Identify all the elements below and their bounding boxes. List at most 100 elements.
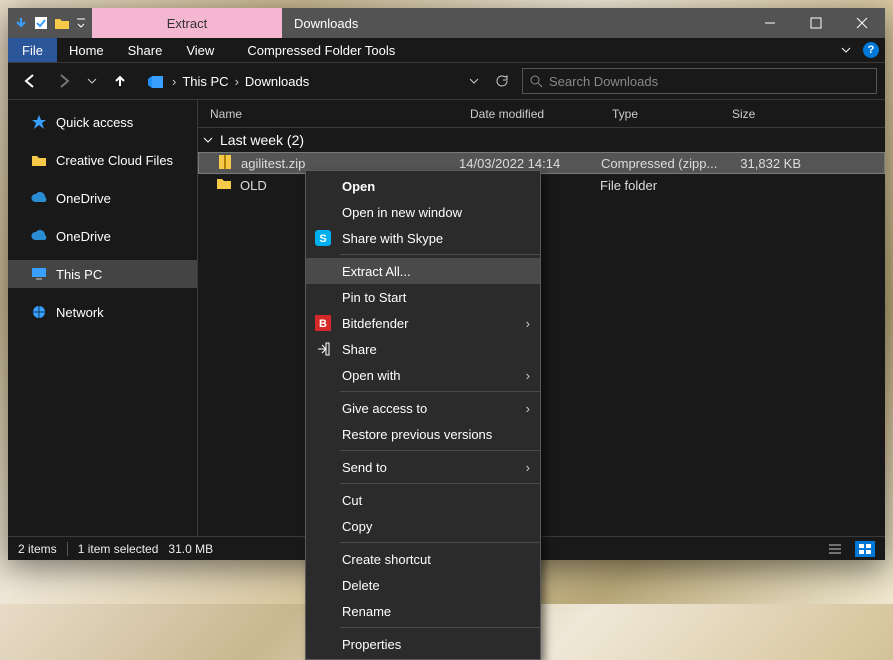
checkbox-icon[interactable] <box>34 16 48 30</box>
menu-bitdefender[interactable]: B Bitdefender › <box>306 310 540 336</box>
back-button[interactable] <box>16 67 44 95</box>
up-button[interactable] <box>106 67 134 95</box>
column-size[interactable]: Size <box>720 107 810 121</box>
minimize-button[interactable] <box>747 8 793 38</box>
icons-view-button[interactable] <box>855 541 875 557</box>
menu-create-shortcut[interactable]: Create shortcut <box>306 546 540 572</box>
search-input[interactable] <box>549 74 870 89</box>
file-size: 31,832 KB <box>721 156 811 171</box>
sidebar-item-label: This PC <box>56 267 102 282</box>
chevron-right-icon[interactable]: › <box>170 74 178 89</box>
skype-icon: S <box>314 229 332 247</box>
file-menu[interactable]: File <box>8 38 57 62</box>
submenu-arrow-icon: › <box>526 316 530 331</box>
file-type: File folder <box>600 178 720 193</box>
file-row-agilitest[interactable]: agilitest.zip 14/03/2022 14:14 Compresse… <box>198 152 885 174</box>
network-icon <box>30 303 48 321</box>
monitor-icon <box>30 265 48 283</box>
column-type[interactable]: Type <box>600 107 720 121</box>
sidebar-item-onedrive[interactable]: OneDrive <box>8 222 197 250</box>
column-headers: Name Date modified Type Size <box>198 100 885 128</box>
share-icon <box>314 340 332 358</box>
submenu-arrow-icon: › <box>526 368 530 383</box>
cloud-icon <box>30 227 48 245</box>
titlebar: Extract Downloads <box>8 8 885 38</box>
menu-restore-previous[interactable]: Restore previous versions <box>306 421 540 447</box>
breadcrumb-this-pc[interactable]: This PC <box>178 74 232 89</box>
menu-share-skype[interactable]: S Share with Skype <box>306 225 540 251</box>
recent-dropdown-icon[interactable] <box>84 67 100 95</box>
status-item-count: 2 items <box>18 542 57 556</box>
menu-send-to[interactable]: Send to › <box>306 454 540 480</box>
submenu-arrow-icon: › <box>526 401 530 416</box>
submenu-arrow-icon: › <box>526 460 530 475</box>
ribbon-context-tab[interactable]: Extract <box>92 8 282 38</box>
details-view-button[interactable] <box>825 541 845 557</box>
menu-separator <box>340 450 540 451</box>
menu-separator <box>340 254 540 255</box>
group-header[interactable]: Last week (2) <box>198 128 885 152</box>
tab-share[interactable]: Share <box>116 38 175 62</box>
menu-pin-to-start[interactable]: Pin to Start <box>306 284 540 310</box>
menu-give-access[interactable]: Give access to › <box>306 395 540 421</box>
file-date: 14/03/2022 14:14 <box>459 156 601 171</box>
zip-icon <box>217 154 235 172</box>
sidebar-item-label: Creative Cloud Files <box>56 153 173 168</box>
svg-text:B: B <box>319 318 327 330</box>
tab-compressed-tools[interactable]: Compressed Folder Tools <box>226 38 416 62</box>
menu-open[interactable]: Open <box>306 173 540 199</box>
sidebar-item-label: OneDrive <box>56 229 111 244</box>
tab-home[interactable]: Home <box>57 38 116 62</box>
address-dropdown-icon[interactable] <box>460 67 488 95</box>
menu-separator <box>340 483 540 484</box>
menu-separator <box>340 391 540 392</box>
menu-share[interactable]: Share <box>306 336 540 362</box>
location-folder-icon <box>146 72 164 90</box>
menu-rename[interactable]: Rename <box>306 598 540 624</box>
address-bar[interactable]: › This PC › Downloads <box>140 68 516 94</box>
forward-button[interactable] <box>50 67 78 95</box>
search-box[interactable] <box>522 68 877 94</box>
sidebar-item-this-pc[interactable]: This PC <box>8 260 197 288</box>
menu-separator <box>340 542 540 543</box>
search-icon <box>529 74 543 88</box>
window-title: Downloads <box>282 8 747 38</box>
sidebar-item-quick-access[interactable]: Quick access <box>8 108 197 136</box>
down-arrow-icon[interactable] <box>14 16 28 30</box>
sidebar-item-network[interactable]: Network <box>8 298 197 326</box>
folder-icon[interactable] <box>54 16 70 30</box>
menu-open-with[interactable]: Open with › <box>306 362 540 388</box>
maximize-button[interactable] <box>793 8 839 38</box>
column-date[interactable]: Date modified <box>458 107 600 121</box>
folder-row-old[interactable]: OLD File folder <box>198 174 885 196</box>
sidebar-item-creative-cloud[interactable]: Creative Cloud Files <box>8 146 197 174</box>
menu-extract-all[interactable]: Extract All... <box>306 258 540 284</box>
menu-open-new-window[interactable]: Open in new window <box>306 199 540 225</box>
menu-copy[interactable]: Copy <box>306 513 540 539</box>
bitdefender-icon: B <box>314 314 332 332</box>
menu-cut[interactable]: Cut <box>306 487 540 513</box>
content-pane: Name Date modified Type Size Last week (… <box>198 100 885 536</box>
sidebar-item-onedrive[interactable]: OneDrive <box>8 184 197 212</box>
qat-dropdown-icon[interactable] <box>76 16 86 30</box>
menu-properties[interactable]: Properties <box>306 631 540 657</box>
menu-delete[interactable]: Delete <box>306 572 540 598</box>
close-button[interactable] <box>839 8 885 38</box>
refresh-button[interactable] <box>488 67 516 95</box>
ribbon-collapse-icon[interactable] <box>835 38 857 62</box>
help-button[interactable]: ? <box>857 38 885 62</box>
breadcrumb-downloads[interactable]: Downloads <box>241 74 313 89</box>
tab-view[interactable]: View <box>174 38 226 62</box>
file-name: agilitest.zip <box>241 156 459 171</box>
cloud-icon <box>30 189 48 207</box>
sidebar: Quick access Creative Cloud Files OneDri… <box>8 100 198 536</box>
folder-icon <box>30 151 48 169</box>
window-controls <box>747 8 885 38</box>
column-name[interactable]: Name <box>198 107 458 121</box>
ribbon-tabs: File Home Share View Compressed Folder T… <box>8 38 885 62</box>
status-selection-size: 31.0 MB <box>168 542 213 556</box>
file-type: Compressed (zipp... <box>601 156 721 171</box>
svg-text:S: S <box>319 233 326 245</box>
sidebar-item-label: Quick access <box>56 115 133 130</box>
chevron-right-icon[interactable]: › <box>233 74 241 89</box>
